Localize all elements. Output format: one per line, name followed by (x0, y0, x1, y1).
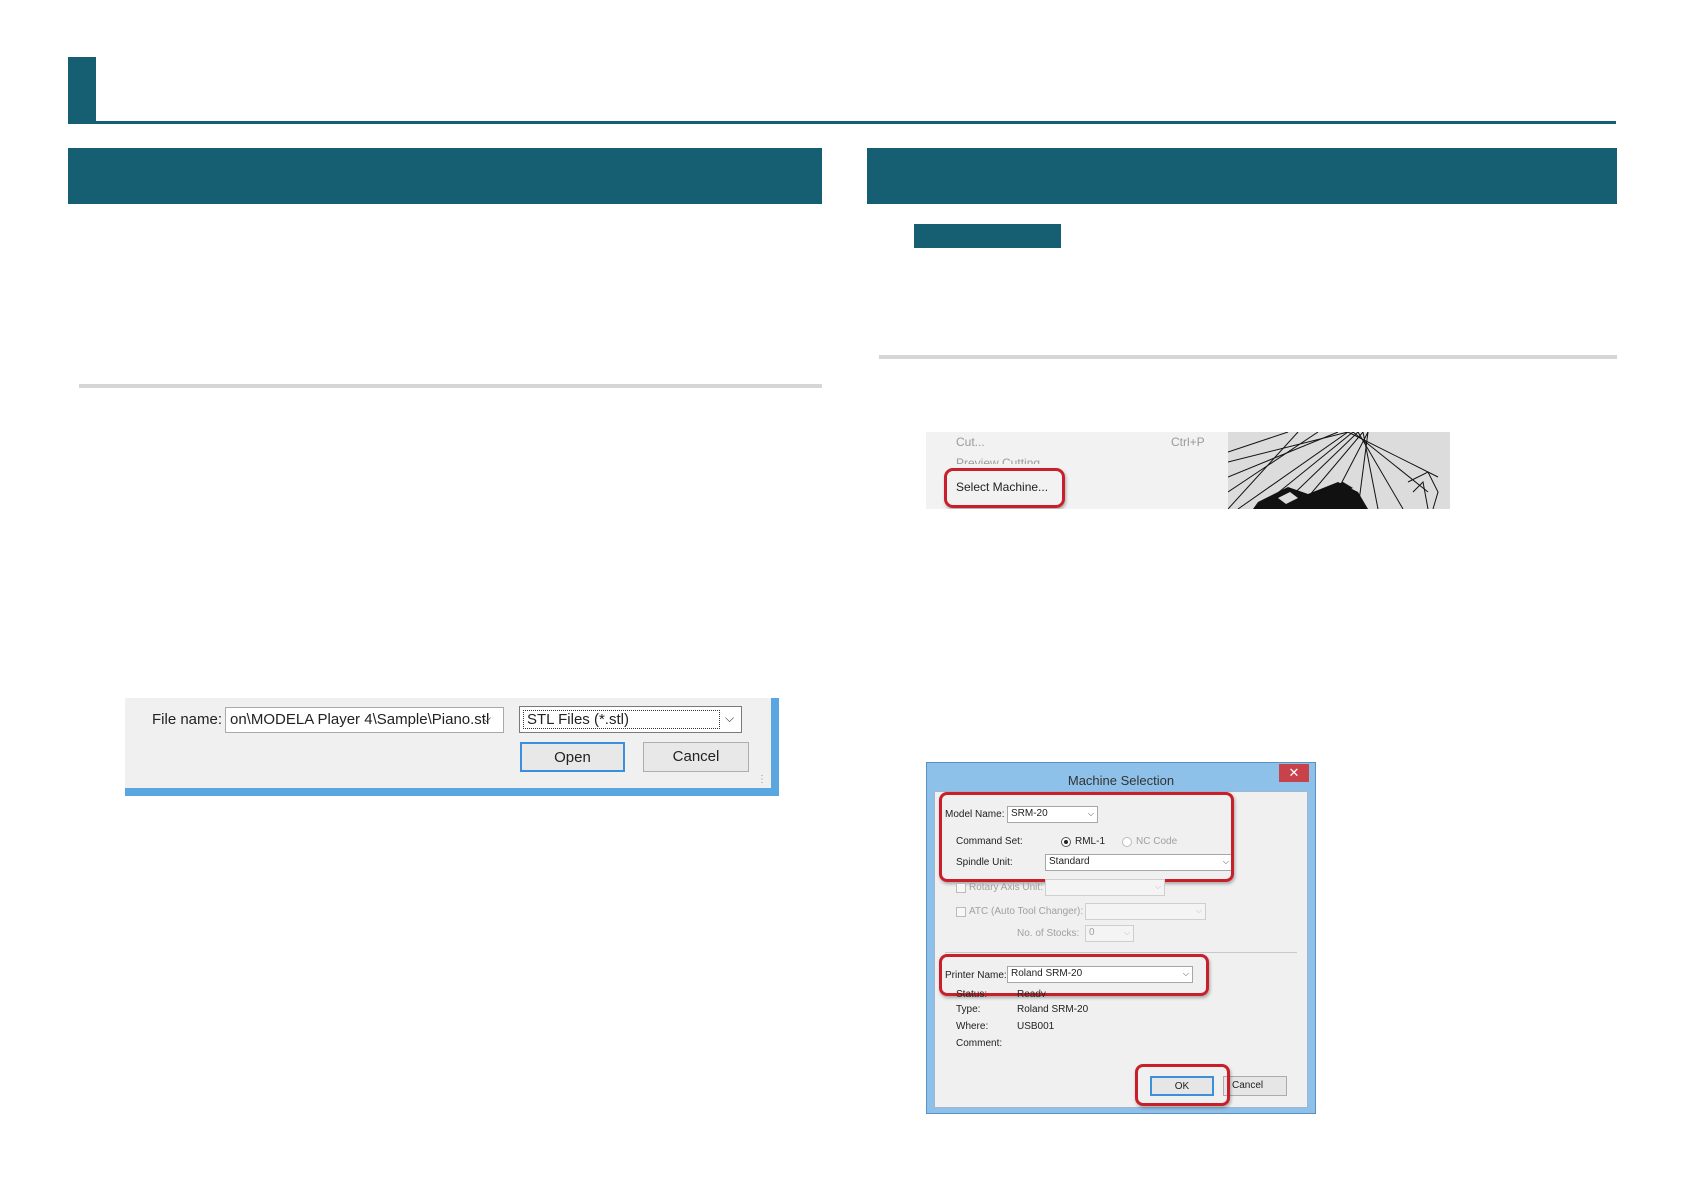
cancel-button[interactable]: Cancel (643, 742, 749, 772)
menu-item-preview-cutting[interactable]: Preview Cutting... (956, 456, 1050, 464)
preview-scroll-strip (1450, 432, 1494, 509)
cutting-menu: Cut... Ctrl+P Preview Cutting... Select … (926, 432, 1494, 509)
file-type-value: STL Files (*.stl) (523, 710, 720, 729)
file-open-dialog: File name: on\MODELA Player 4\Sample\Pia… (125, 698, 779, 796)
step-tag (914, 224, 1061, 248)
cancel-button[interactable]: Cancel (1223, 1076, 1287, 1096)
file-name-label: File name: (152, 711, 223, 728)
left-divider (79, 384, 822, 388)
dialog-body: Model Name: SRM-20 ⌵ Command Set: RML-1 … (934, 791, 1308, 1108)
page-title-rule (68, 121, 1616, 124)
ok-button-callout (1135, 1064, 1230, 1106)
stocks-select[interactable]: 0 ⌵ (1085, 925, 1134, 942)
left-section-bar (68, 148, 822, 204)
file-name-input[interactable]: on\MODELA Player 4\Sample\Piano.stl (225, 707, 504, 733)
chevron-down-icon[interactable]: ⌵ (482, 711, 491, 726)
stocks-value: 0 (1089, 927, 1095, 938)
model-settings-callout (939, 792, 1234, 882)
status-label: Status: (956, 989, 988, 997)
close-button[interactable]: ✕ (1279, 764, 1309, 782)
right-divider (879, 355, 1617, 359)
right-section-bar (867, 148, 1617, 204)
group-divider (945, 952, 1297, 953)
rotary-axis-checkbox[interactable] (956, 883, 966, 893)
open-button[interactable]: Open (520, 742, 625, 772)
dialog-title: Machine Selection (1067, 773, 1175, 788)
atc-label: ATC (Auto Tool Changer): (969, 906, 1084, 917)
model-wireframe-preview (1227, 432, 1450, 509)
chevron-down-icon: ⌵ (725, 711, 735, 725)
type-value: Roland SRM-20 (1017, 1004, 1089, 1015)
select-machine-callout (944, 468, 1065, 508)
resize-grip-icon[interactable]: ⋮⋮ (757, 774, 777, 785)
chevron-down-icon: ⌵ (1154, 882, 1161, 891)
atc-select[interactable]: ⌵ (1085, 903, 1206, 920)
chevron-down-icon: ⌵ (1195, 906, 1202, 915)
page-title-block (68, 57, 96, 123)
where-label: Where: (956, 1021, 989, 1032)
where-value: USB001 (1017, 1021, 1055, 1032)
type-label: Type: (956, 1004, 981, 1015)
status-value: Ready (1017, 989, 1046, 997)
wireframe-graphic (1227, 432, 1439, 509)
rotary-axis-label: Rotary Axis Unit: (969, 882, 1043, 893)
rotary-axis-select[interactable]: ⌵ (1045, 879, 1165, 896)
machine-selection-dialog: Machine Selection ✕ Model Name: SRM-20 ⌵… (926, 762, 1316, 1114)
comment-label: Comment: (956, 1038, 1003, 1049)
atc-checkbox[interactable] (956, 907, 966, 917)
menu-item-cut[interactable]: Cut... (956, 435, 985, 449)
file-type-select[interactable]: STL Files (*.stl) ⌵ (519, 706, 742, 733)
menu-shortcut-cut: Ctrl+P (1171, 435, 1205, 449)
stocks-label: No. of Stocks: (1017, 928, 1080, 939)
chevron-down-icon: ⌵ (1123, 928, 1130, 937)
